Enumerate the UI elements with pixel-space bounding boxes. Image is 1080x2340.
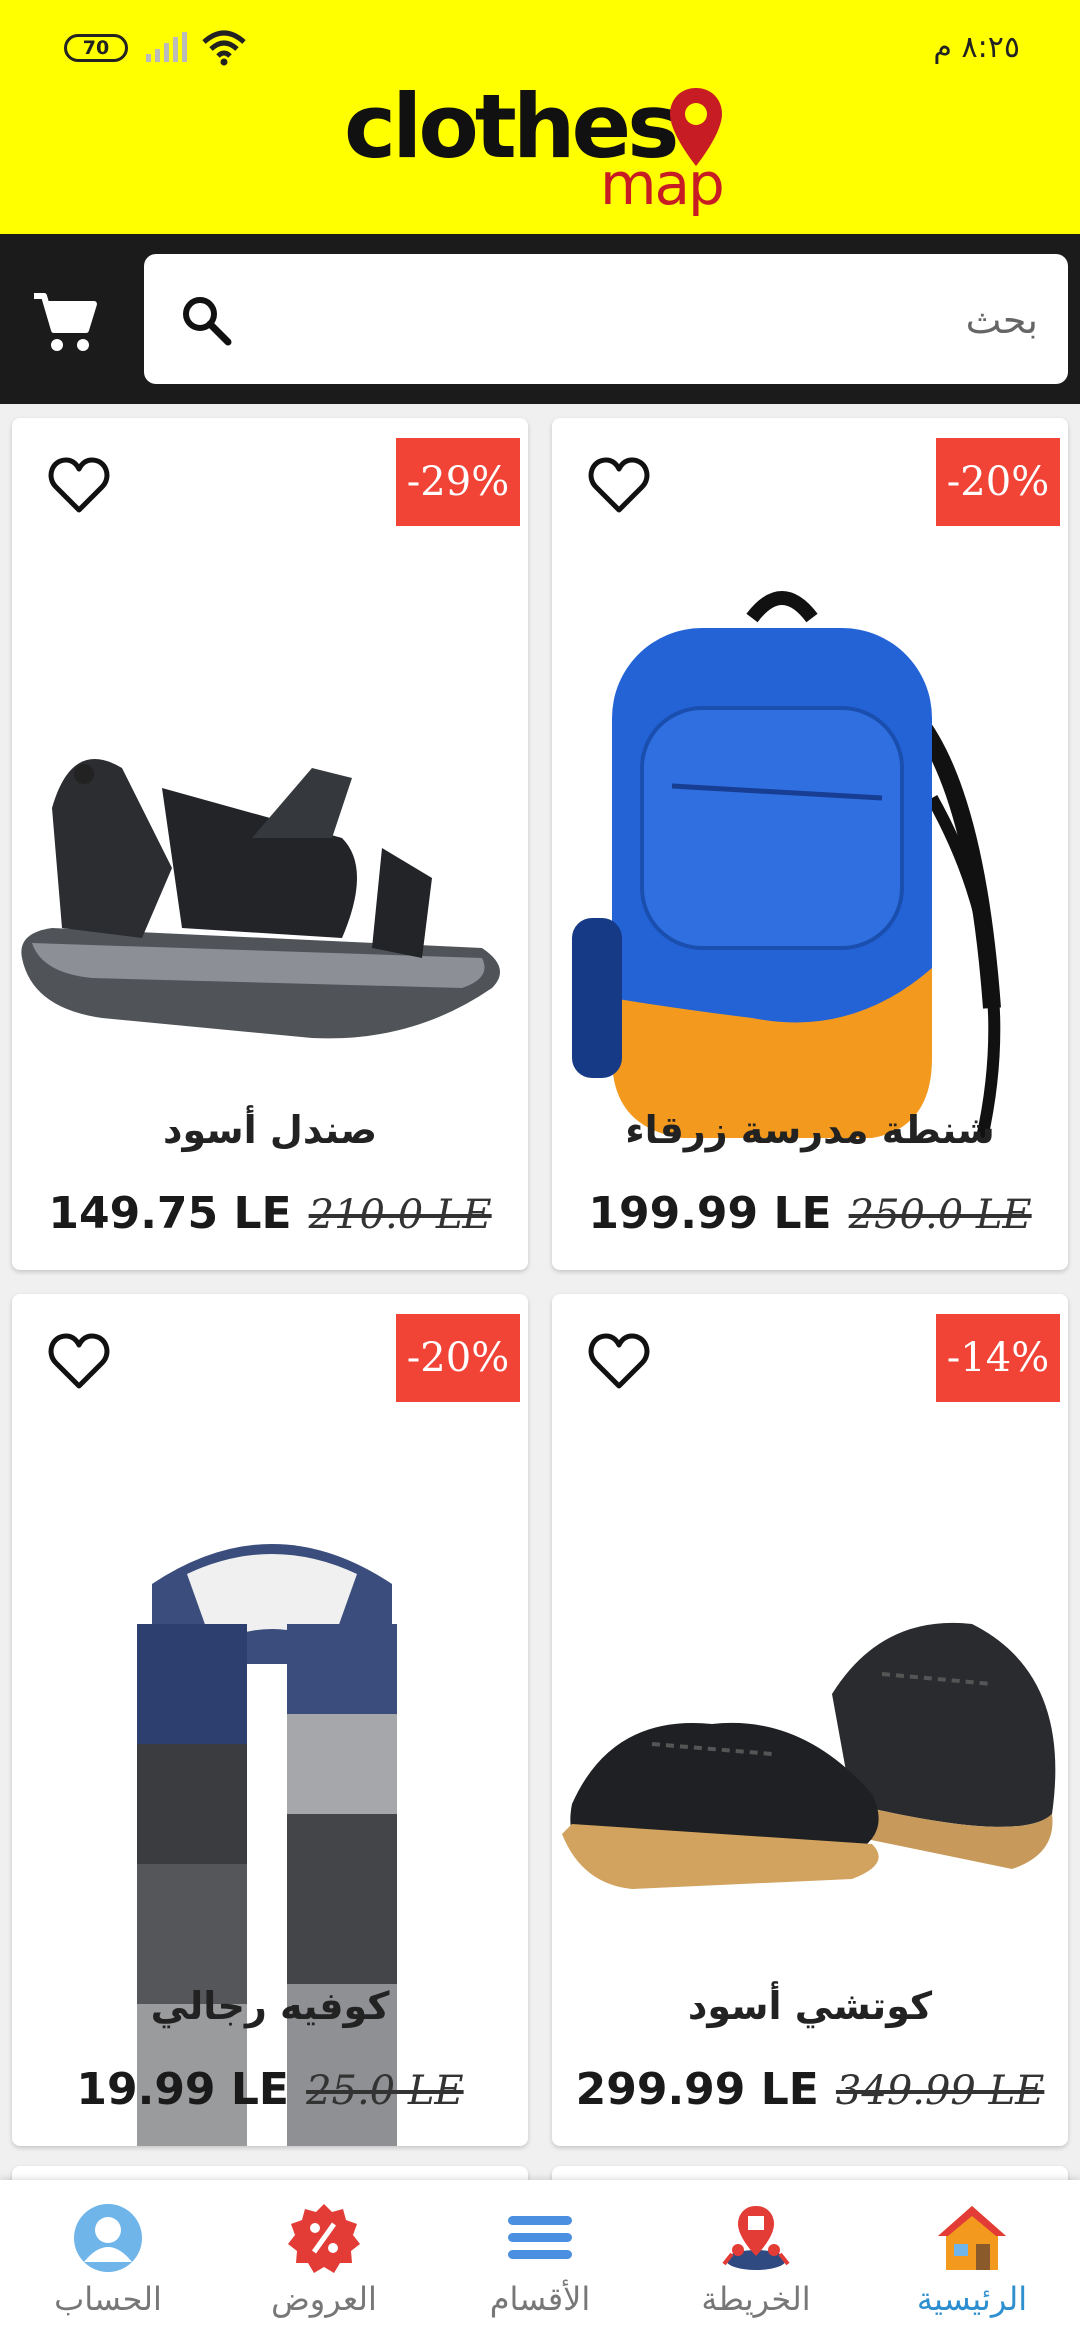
home-icon bbox=[938, 2206, 1006, 2270]
search-input[interactable] bbox=[276, 280, 1040, 360]
nav-label-offers: العروض bbox=[271, 2280, 377, 2318]
search-icon[interactable] bbox=[180, 294, 232, 346]
discount-badge: -14% bbox=[936, 1314, 1060, 1402]
discount-badge: -20% bbox=[936, 438, 1060, 526]
map-icon bbox=[722, 2206, 790, 2270]
price-row: 19.99 LE 25.0 LE bbox=[12, 2064, 528, 2115]
product-name: كوفيه رجالي bbox=[150, 1984, 390, 2028]
product-price: 19.99 LE bbox=[76, 2064, 289, 2115]
price-row: 199.99 LE 250.0 LE bbox=[552, 1188, 1068, 1239]
product-name: كوتشي أسود bbox=[687, 1984, 933, 2028]
nav-label-account: الحساب bbox=[54, 2280, 162, 2318]
product-old-price: 25.0 LE bbox=[306, 2068, 464, 2114]
product-image-sneakers bbox=[562, 1622, 1056, 1889]
favorite-heart-icon[interactable] bbox=[588, 1332, 650, 1390]
status-time: ٨:٢٥ م bbox=[933, 30, 1020, 65]
nav-label-map: الخريطة bbox=[701, 2280, 811, 2318]
product-image-backpack bbox=[572, 591, 1001, 1140]
price-row: 149.75 LE 210.0 LE bbox=[12, 1188, 528, 1239]
product-old-price: 250.0 LE bbox=[848, 1192, 1032, 1238]
favorite-heart-icon[interactable] bbox=[588, 456, 650, 514]
wifi-icon bbox=[202, 30, 246, 66]
product-name: صندل أسود bbox=[162, 1108, 378, 1152]
discount-icon bbox=[288, 2204, 360, 2273]
product-price: 199.99 LE bbox=[588, 1188, 832, 1239]
nav-offers[interactable]: العروض bbox=[216, 2180, 432, 2340]
nav-label-home: الرئيسية bbox=[916, 2280, 1028, 2318]
nav-label-categories: الأقسام bbox=[489, 2280, 591, 2318]
signal-icon bbox=[146, 32, 187, 62]
account-icon bbox=[74, 2204, 142, 2272]
menu-icon bbox=[508, 2216, 572, 2259]
product-old-price: 210.0 LE bbox=[308, 1192, 492, 1238]
battery-indicator: 70 bbox=[64, 34, 128, 62]
app-logo: clothes map bbox=[344, 82, 744, 232]
product-card[interactable]: -20% كوفيه رجالي 19.99 LE 25.0 LE bbox=[12, 1294, 528, 2146]
product-old-price: 349.99 LE bbox=[835, 2068, 1045, 2114]
search-bar bbox=[0, 234, 1080, 404]
favorite-heart-icon[interactable] bbox=[48, 456, 110, 514]
nav-categories[interactable]: الأقسام bbox=[432, 2180, 648, 2340]
logo-sub: map bbox=[600, 150, 725, 218]
product-card[interactable]: -14% كوتشي أسود 299.99 LE 349.99 LE bbox=[552, 1294, 1068, 2146]
nav-map[interactable]: الخريطة bbox=[648, 2180, 864, 2340]
product-name: شنطة مدرسة زرقاء bbox=[625, 1108, 995, 1152]
product-image-sandal bbox=[21, 759, 500, 1039]
nav-account[interactable]: الحساب bbox=[0, 2180, 216, 2340]
bottom-navigation: الحساب العروض الأقسام الخريطة الرئيسية bbox=[0, 2180, 1080, 2340]
search-box[interactable] bbox=[144, 254, 1068, 384]
discount-badge: -29% bbox=[396, 438, 520, 526]
cart-icon[interactable] bbox=[30, 290, 100, 354]
favorite-heart-icon[interactable] bbox=[48, 1332, 110, 1390]
product-card[interactable]: -20% شنطة مدرسة زرقاء 199.99 LE 250.0 LE bbox=[552, 418, 1068, 1270]
product-card[interactable]: -29% صندل أسود 149.75 LE 210.0 LE bbox=[12, 418, 528, 1270]
nav-home[interactable]: الرئيسية bbox=[864, 2180, 1080, 2340]
discount-badge: -20% bbox=[396, 1314, 520, 1402]
product-price: 299.99 LE bbox=[575, 2064, 819, 2115]
product-image-scarf bbox=[137, 1544, 397, 2146]
price-row: 299.99 LE 349.99 LE bbox=[552, 2064, 1068, 2115]
app-header: 70 ٨:٢٥ م clothes map bbox=[0, 0, 1080, 234]
product-price: 149.75 LE bbox=[48, 1188, 292, 1239]
